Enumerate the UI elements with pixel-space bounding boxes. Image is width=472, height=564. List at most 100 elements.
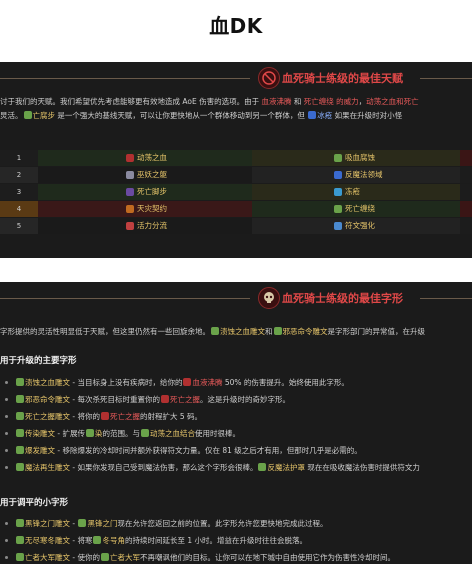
spell-icon <box>258 463 267 471</box>
talent-tier-number: 2 <box>0 167 38 183</box>
talent-name: 动荡之血 <box>137 153 167 162</box>
text-segment: 现在允许您返回之前的位置。此字形允许您更快地完成此过程。 <box>117 519 328 528</box>
header-divider-right <box>420 78 472 79</box>
spell-link[interactable]: 亡腐步 <box>33 111 56 120</box>
talent-choice-right[interactable]: 死亡缠绕 <box>252 201 460 217</box>
talent-row: 4 天灾契约 死亡缠绕 <box>0 201 472 217</box>
spell-icon <box>85 429 94 437</box>
spell-link[interactable]: 动荡之血结合 <box>150 429 195 438</box>
spell-link[interactable]: 黑锋之门 <box>87 519 117 528</box>
text-segment: 的射程扩大 5 码。 <box>139 412 203 421</box>
spell-link[interactable]: 死亡之握雕文 <box>25 412 70 421</box>
talent-choice-extra[interactable] <box>460 167 472 183</box>
talents-title: 血死骑士练级的最佳天赋 <box>282 72 403 85</box>
spell-link[interactable]: 反魔法护罩 <box>267 463 305 472</box>
talent-icon <box>334 205 342 213</box>
talents-section-header: 血死骑士练级的最佳天赋 <box>0 62 472 96</box>
spell-link[interactable]: 魔法再生雕文 <box>25 463 70 472</box>
spell-icon <box>140 429 149 437</box>
glyphs-section-header: 血死骑士练级的最佳字形 <box>0 282 472 316</box>
spell-link[interactable]: 动荡之血和死亡 <box>366 97 419 106</box>
text-segment: 讨于我们的天赋。我们希望优先考虑能够更有效地造成 AoE 伤害的选项。由于 <box>0 97 262 106</box>
talent-choice-right[interactable]: 符文强化 <box>252 218 460 234</box>
spell-link[interactable]: 冰疮 <box>317 111 332 120</box>
glyph-list-item: 死亡之握雕文 - 将你的 死亡之握的射程扩大 5 码。 <box>0 411 202 423</box>
text-segment: - 当目标身上没有疾病时，给你的 <box>70 378 183 387</box>
header-divider-left <box>0 78 250 79</box>
talent-tier-number: 1 <box>0 150 38 166</box>
spell-link[interactable]: 亡者大军 <box>110 553 140 562</box>
talent-tier-number: 3 <box>0 184 38 200</box>
talent-name: 巫妖之躯 <box>137 170 167 179</box>
talent-choice-extra[interactable] <box>460 184 472 200</box>
spell-link[interactable]: 邪恶命令雕文 <box>283 327 328 336</box>
talent-row: 2 巫妖之躯 反魔法领域 <box>0 167 472 183</box>
text-segment: 使用时很棒。 <box>194 429 240 438</box>
talent-icon <box>334 222 342 230</box>
spell-icon <box>183 378 192 386</box>
text-segment: - <box>70 519 78 528</box>
talent-row: 5 活力分流 符文强化 <box>0 218 472 234</box>
spell-link[interactable]: 无尽寒冬雕文 <box>25 536 70 545</box>
text-segment: 和 <box>265 327 273 336</box>
bullet-dot-icon <box>5 556 8 559</box>
spell-icon <box>211 327 219 335</box>
spell-link[interactable]: 邪恶命令雕文 <box>25 395 70 404</box>
talent-name: 活力分流 <box>137 221 167 230</box>
talent-name: 符文强化 <box>345 221 375 230</box>
spell-link[interactable]: 血液沸腾 <box>192 378 222 387</box>
talent-choice-right[interactable]: 冻疮 <box>252 184 460 200</box>
talent-choice-extra[interactable] <box>460 201 472 217</box>
talent-choice-left[interactable]: 巫妖之躯 <box>38 167 252 183</box>
text-segment: - 扩展传 <box>55 429 85 438</box>
talent-choice-right[interactable]: 吸血腐蚀 <box>252 150 460 166</box>
spell-icon <box>16 553 24 561</box>
talent-choice-left[interactable]: 动荡之血 <box>38 150 252 166</box>
talent-choice-extra[interactable] <box>460 150 472 166</box>
spell-icon <box>16 536 24 544</box>
spell-link[interactable]: 传染雕文 <box>25 429 55 438</box>
talent-choice-left[interactable]: 天灾契约 <box>38 201 252 217</box>
spell-icon <box>93 536 102 544</box>
spell-link[interactable]: 死亡缠绕 的威力 <box>304 97 359 106</box>
talent-choice-extra[interactable] <box>460 218 472 234</box>
talent-name: 吸血腐蚀 <box>345 153 375 162</box>
spell-link[interactable]: 亡者大军雕文 <box>25 553 70 562</box>
text-segment: 字形提供的灵活性明显低于天赋，但这里仍然有一些回旋余地。 <box>0 327 210 336</box>
talent-choice-left[interactable]: 活力分流 <box>38 218 252 234</box>
glyph-list-item: 传染雕文 - 扩展传 染的范围。与 动荡之血结合使用时很棒。 <box>0 428 240 440</box>
skull-emblem-icon <box>258 67 280 89</box>
spell-icon <box>78 519 87 527</box>
talent-icon <box>334 154 342 162</box>
spell-link[interactable]: 冬号角 <box>102 536 125 545</box>
talent-name: 冻疮 <box>345 187 360 196</box>
spell-icon <box>23 111 32 119</box>
header-divider-left <box>0 298 250 299</box>
text-segment: 炅活。 <box>0 111 23 120</box>
talent-choice-left[interactable]: 死亡脚步 <box>38 184 252 200</box>
text-segment: 的持续时间延长至 1 小时。增益在升级时往往会脱落。 <box>124 536 308 545</box>
talent-icon <box>126 171 134 179</box>
talent-icon <box>334 171 342 179</box>
talent-tier-number: 5 <box>0 218 38 234</box>
talent-row: 1 动荡之血 吸血腐蚀 <box>0 150 472 166</box>
header-divider-right <box>420 298 472 299</box>
talent-choice-right[interactable]: 反魔法领域 <box>252 167 460 183</box>
spell-link[interactable]: 死亡之握 <box>110 412 140 421</box>
text-segment: - 将寒 <box>70 536 93 545</box>
spell-link[interactable]: 血液沸腾 <box>261 97 291 106</box>
text-segment: - 如果你发现自己受到魔法伤害，那么这个字形会很棒。 <box>70 463 258 472</box>
spell-link[interactable]: 爆发雕文 <box>25 446 55 455</box>
skull-emblem-icon <box>258 287 280 309</box>
talents-panel: 血死骑士练级的最佳天赋 讨于我们的天赋。我们希望优先考虑能够更有效地造成 AoE… <box>0 62 472 258</box>
spell-icon <box>100 412 109 420</box>
text-segment: - 每次杀死目标时重置你的 <box>70 395 160 404</box>
spell-icon <box>16 395 24 403</box>
spell-link[interactable]: 溃蚀之血雕文 <box>220 327 265 336</box>
spell-link[interactable]: 溃蚀之血雕文 <box>25 378 70 387</box>
spell-link[interactable]: 黑锋之门雕文 <box>25 519 70 528</box>
talents-intro-line1: 讨于我们的天赋。我们希望优先考虑能够更有效地造成 AoE 伤害的选项。由于 血液… <box>0 95 419 108</box>
spell-link[interactable]: 死亡之握 <box>170 395 200 404</box>
talents-intro-line2: 炅活。 亡腐步 是一个强大的基线天赋，可以让你更快地从一个群体移动到另一个群体，但… <box>0 109 402 122</box>
talent-icon <box>334 188 342 196</box>
